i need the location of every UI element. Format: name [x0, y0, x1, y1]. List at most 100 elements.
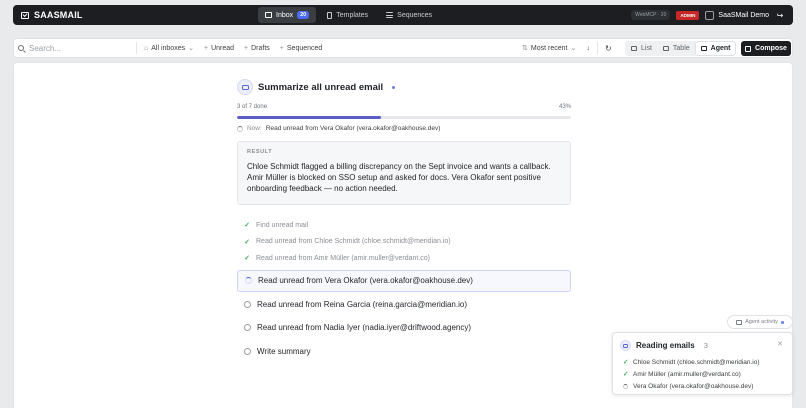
- tab-templates-label: Templates: [336, 11, 369, 19]
- brand-name: SAASMAIL: [34, 10, 83, 20]
- chevron-down-icon: ⌄: [188, 45, 194, 52]
- agent-bot-icon: [736, 319, 743, 325]
- pending-circle-icon: [244, 324, 251, 332]
- now-text: Read unread from Vera Okafor (vera.okafo…: [265, 125, 441, 132]
- agent-bot-icon: [237, 79, 253, 95]
- chevron-down-icon: ⌄: [570, 45, 577, 52]
- activity-item-label: Vera Okafor (vera.okafor@oakhouse.dev): [633, 382, 754, 390]
- check-icon: ✓: [244, 222, 250, 230]
- search-icon: [18, 45, 24, 51]
- step-item: Write summary: [237, 340, 571, 364]
- progress-percent: 43%: [558, 104, 571, 110]
- activity-item: Vera Okafor (vera.okafor@oakhouse.dev): [623, 380, 760, 392]
- view-list-button[interactable]: List: [626, 42, 657, 55]
- step-item: ✓ Read unread from Chloe Schmidt (chloe.s…: [237, 234, 571, 251]
- refresh-icon[interactable]: ↻: [605, 39, 612, 57]
- loading-spinner-icon: [237, 125, 243, 132]
- view-table-label: Table: [672, 45, 690, 52]
- loading-spinner-icon: [623, 383, 628, 389]
- step-list: ✓ Find unread mail ✓ Read unread from Chloe…: [237, 217, 571, 363]
- tab-inbox-label: Inbox: [276, 11, 294, 19]
- compose-icon: [745, 45, 752, 52]
- step-item: ✓ Find unread mail: [237, 217, 571, 234]
- agent-view-icon: [700, 46, 707, 51]
- step-label: Read unread from Vera Okafor (vera.okafo…: [258, 276, 473, 285]
- inbox-select-label: All inboxes: [151, 44, 186, 52]
- step-item: ✓ Read unread from Amir Müller (amir.mull…: [237, 250, 571, 267]
- view-list-label: List: [641, 45, 652, 52]
- filter-unread[interactable]: + Unread: [204, 45, 234, 52]
- user-menu[interactable]: SaaSMail Demo: [705, 10, 769, 20]
- list-icon: [386, 12, 394, 18]
- step-item: Read unread from Vera Okafor (vera.okafo…: [237, 269, 571, 292]
- running-indicator: [392, 85, 396, 89]
- mail-icon: [21, 11, 29, 19]
- activity-count: 3: [703, 341, 708, 350]
- agent-activity-panel: Reading emails 3 ✕ ✓ Chloe Schmidt (chloe…: [612, 332, 793, 395]
- agent-task-title: Summarize all unread email: [258, 81, 384, 93]
- result-box: RESULT Chloe Schmidt flagged a billing d…: [237, 141, 571, 205]
- view-table-button[interactable]: Table: [658, 42, 695, 55]
- top-bar: SAASMAIL Inbox 20 Templates Sequences We…: [13, 5, 793, 25]
- tab-inbox[interactable]: Inbox 20: [258, 7, 317, 23]
- close-icon[interactable]: ✕: [777, 340, 783, 348]
- table-view-icon: [662, 46, 669, 51]
- agent-bot-icon: [620, 340, 631, 351]
- activity-item-label: Amir Müller (amir.muller@verdant.co): [633, 370, 741, 378]
- search-input[interactable]: Search...: [29, 44, 61, 53]
- pending-circle-icon: [244, 300, 251, 308]
- inbox-icon: [265, 12, 272, 18]
- brand-logo[interactable]: SAASMAIL: [21, 5, 83, 25]
- compose-button[interactable]: Compose: [741, 41, 791, 56]
- document-icon: [327, 11, 333, 19]
- compose-label: Compose: [755, 45, 787, 52]
- activity-item: ✓ Chloe Schmidt (chloe.schmidt@meridian.i…: [623, 356, 760, 368]
- filter-sequenced-label: Sequenced: [286, 44, 323, 52]
- step-label: Read unread from Reina Garcia (reina.gar…: [257, 299, 467, 309]
- activity-item: ✓ Amir Müller (amir.muller@verdant.co): [623, 368, 760, 380]
- search-field[interactable]: Search...: [18, 39, 61, 57]
- step-label: Write summary: [257, 346, 311, 356]
- step-item: Read unread from Nadia Iyer (nadia.iyer@…: [237, 316, 571, 340]
- now-prefix: Now:: [247, 125, 262, 132]
- agent-activity-button[interactable]: Agent activity: [727, 315, 793, 329]
- plus-icon: +: [279, 44, 284, 52]
- pending-circle-icon: [244, 347, 251, 355]
- plus-icon: +: [203, 44, 209, 52]
- sort-direction-icon[interactable]: ↓: [586, 45, 590, 52]
- list-view-icon: [631, 46, 637, 51]
- step-label: Read unread from Amir Müller (amir.mulle…: [256, 254, 430, 262]
- sort-select-label: Most recent: [530, 44, 568, 52]
- view-switcher: List Table Agent: [625, 41, 737, 56]
- divider: [136, 42, 137, 54]
- view-agent-label: Agent: [710, 45, 731, 52]
- webmcp-badge[interactable]: WebMCP · 20: [631, 10, 671, 20]
- result-text: Chloe Schmidt flagged a billing discrepa…: [247, 162, 551, 193]
- plus-icon: +: [244, 44, 249, 52]
- sort-icon: ⇅: [522, 45, 528, 52]
- progress-text: 3 of 7 done: [237, 104, 268, 110]
- step-label: Find unread mail: [256, 221, 309, 229]
- activity-list: ✓ Chloe Schmidt (chloe.schmidt@meridian.i…: [623, 356, 760, 392]
- filter-unread-label: Unread: [211, 44, 235, 52]
- toolbar: Search... ⌂ All inboxes ⌄ + Unread + Dra…: [13, 38, 793, 58]
- tab-templates[interactable]: Templates: [320, 7, 375, 23]
- sort-select[interactable]: ⇅ Most recent ⌄: [522, 44, 577, 53]
- filter-drafts[interactable]: + Drafts: [244, 45, 270, 52]
- current-action: Now: Read unread from Vera Okafor (vera.…: [237, 125, 571, 132]
- logout-icon[interactable]: ↪: [775, 10, 785, 20]
- inbox-select[interactable]: ⌂ All inboxes ⌄: [144, 44, 194, 53]
- sort-controls: ⇅ Most recent ⌄ ↓: [522, 39, 590, 57]
- activity-indicator: [780, 320, 784, 324]
- activity-item-label: Chloe Schmidt (chloe.schmidt@meridian.io…: [633, 358, 760, 366]
- activity-title: Reading emails: [636, 341, 695, 350]
- tab-sequences[interactable]: Sequences: [379, 7, 439, 23]
- user-avatar-icon: [705, 10, 715, 20]
- inbox-count-badge: 20: [297, 11, 310, 19]
- filter-sequenced[interactable]: + Sequenced: [280, 45, 323, 52]
- check-icon: ✓: [623, 359, 629, 366]
- admin-badge: ADMIN: [676, 10, 700, 20]
- view-agent-button[interactable]: Agent: [695, 42, 736, 55]
- step-item: Read unread from Reina Garcia (reina.gar…: [237, 293, 571, 317]
- main-nav: Inbox 20 Templates Sequences: [258, 7, 439, 23]
